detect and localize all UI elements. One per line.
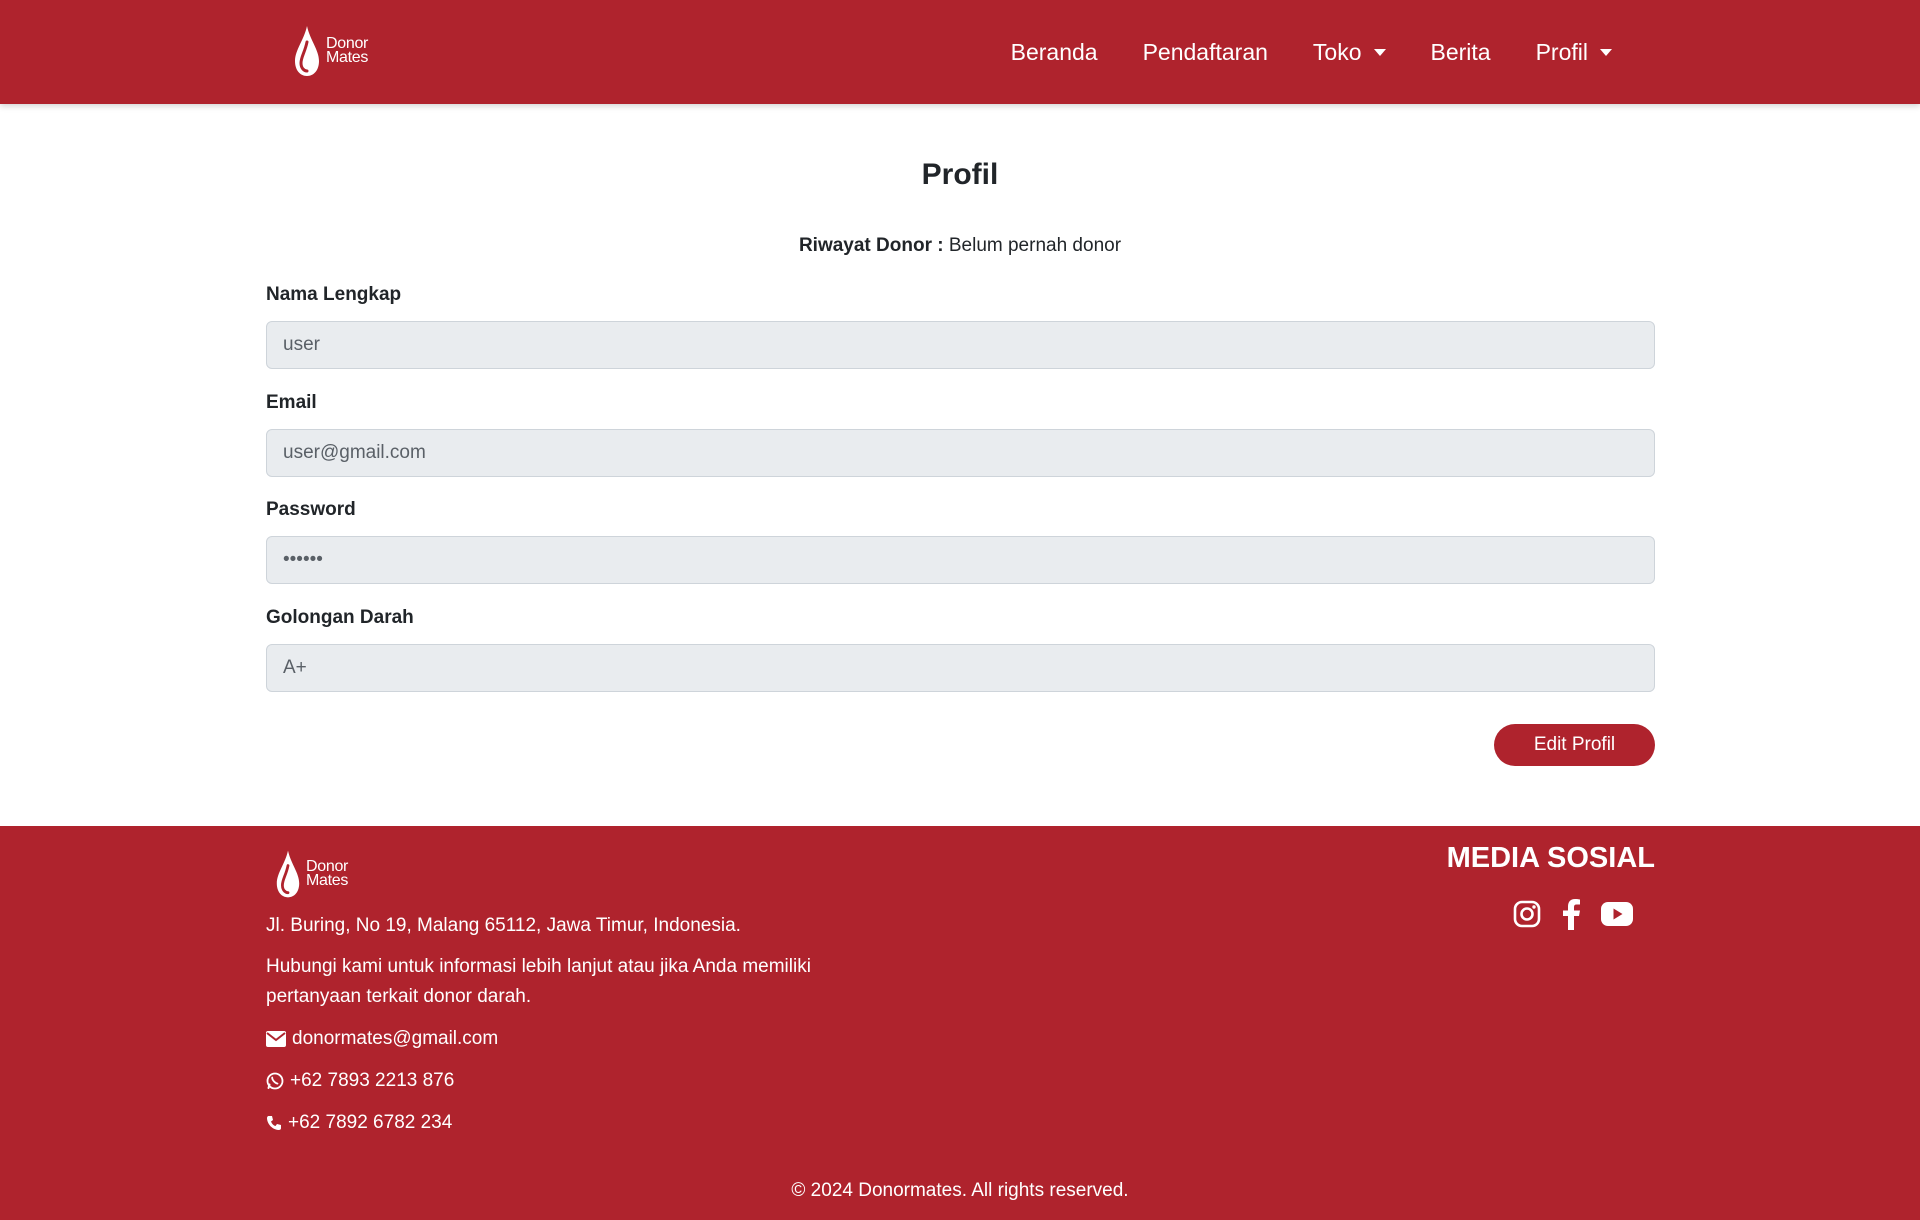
nav-label: Beranda (1010, 38, 1098, 65)
password-field[interactable] (266, 536, 1655, 584)
footer-phone-text: +62 7892 6782 234 (288, 1112, 453, 1133)
instagram-icon[interactable] (1512, 899, 1542, 929)
nav-label: Profil (1535, 38, 1588, 65)
blood-type-label: Golongan Darah (266, 607, 414, 628)
footer-email[interactable]: donormates@gmail.com (266, 1028, 498, 1050)
footer-description-line: Hubungi kami untuk informasi lebih lanju… (266, 956, 811, 977)
nav-label: Pendaftaran (1142, 38, 1268, 65)
donation-history-value: Belum pernah donor (948, 235, 1122, 256)
password-label: Password (266, 499, 356, 520)
brand-logo[interactable]: Donor Mates (292, 24, 368, 78)
donation-history: Riwayat Donor : Belum pernah donor (0, 235, 1920, 257)
email-field[interactable] (266, 429, 1655, 477)
footer: Donor Mates Jl. Buring, No 19, Malang 65… (0, 826, 1920, 1220)
envelope-icon (266, 1031, 286, 1047)
nav-item-beranda[interactable]: Beranda (1011, 39, 1098, 66)
footer-logo[interactable]: Donor Mates (274, 848, 348, 900)
caret-down-icon (1373, 48, 1386, 56)
logo-text: Donor Mates (326, 36, 369, 66)
blood-type-field[interactable] (266, 644, 1655, 692)
social-links (1512, 898, 1634, 930)
footer-phone[interactable]: +62 7892 6782 234 (266, 1112, 452, 1134)
page-title: Profil (921, 158, 999, 191)
nav-label: Berita (1430, 38, 1491, 65)
footer-description-line: pertanyaan terkait donor darah. (266, 986, 532, 1007)
copyright: © 2024 Donormates. All rights reserved. (791, 1180, 1129, 1201)
social-media-title: MEDIA SOSIAL (1446, 842, 1655, 874)
footer-address: Jl. Buring, No 19, Malang 65112, Jawa Ti… (266, 915, 741, 936)
blood-drop-icon (276, 850, 300, 898)
nav-label: Toko (1312, 38, 1362, 65)
facebook-icon[interactable] (1560, 898, 1582, 930)
nav-menu: Beranda Pendaftaran Toko Berita Profil (966, 0, 1612, 104)
logo-line-2: Mates (306, 872, 349, 889)
full-name-label: Nama Lengkap (266, 284, 402, 305)
nav-item-profil-dropdown[interactable]: Profil (1536, 39, 1612, 66)
blood-drop-icon (295, 26, 319, 76)
whatsapp-icon (266, 1072, 284, 1090)
donation-history-label: Riwayat Donor : (798, 235, 944, 256)
youtube-icon[interactable] (1600, 901, 1634, 927)
navbar: Donor Mates Beranda Pendaftaran Toko Ber… (0, 0, 1920, 104)
footer-email-text: donormates@gmail.com (292, 1028, 499, 1049)
nav-item-berita[interactable]: Berita (1431, 39, 1491, 66)
caret-down-icon (1600, 48, 1612, 56)
nav-item-pendaftaran[interactable]: Pendaftaran (1143, 39, 1268, 66)
edit-profile-button[interactable]: Edit Profil (1494, 724, 1655, 766)
full-name-field[interactable] (266, 321, 1655, 369)
footer-whatsapp-text: +62 7893 2213 876 (290, 1070, 455, 1091)
logo-text: Donor Mates (306, 859, 349, 889)
footer-description: Hubungi kami untuk informasi lebih lanju… (266, 952, 811, 1012)
phone-icon (267, 1116, 281, 1130)
footer-whatsapp[interactable]: +62 7893 2213 876 (266, 1070, 454, 1092)
logo-line-2: Mates (326, 49, 369, 66)
email-label: Email (266, 392, 317, 413)
nav-item-toko-dropdown[interactable]: Toko (1313, 39, 1386, 66)
